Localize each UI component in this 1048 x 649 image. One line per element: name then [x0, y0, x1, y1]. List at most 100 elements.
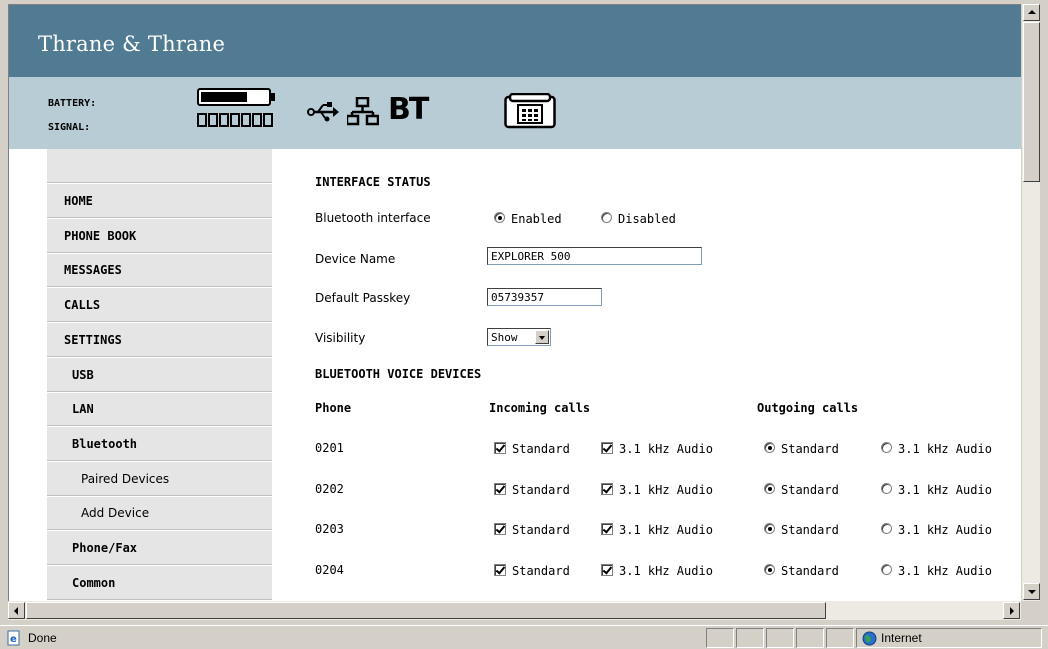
bluetooth-disabled-radio[interactable]	[601, 212, 612, 223]
sidebar-item-label: Phone/Fax	[72, 541, 138, 555]
sidebar-item-calls[interactable]: CALLS	[47, 288, 272, 323]
zone-text: Internet	[881, 631, 922, 645]
sidebar-item-label: USB	[72, 368, 94, 382]
incoming-audio-checkbox[interactable]	[601, 564, 613, 576]
status-cell	[796, 628, 824, 648]
incoming-audio-label: 3.1 kHz Audio	[619, 523, 713, 537]
sidebar-item-lan[interactable]: LAN	[47, 392, 272, 427]
signal-bar	[241, 113, 251, 127]
incoming-standard-label: Standard	[512, 442, 570, 456]
visibility-select-value: Show	[491, 331, 518, 344]
outgoing-standard-radio[interactable]	[764, 523, 775, 534]
incoming-audio-label: 3.1 kHz Audio	[619, 483, 713, 497]
sidebar-item-label: Add Device	[81, 506, 150, 520]
incoming-audio-checkbox[interactable]	[601, 442, 613, 454]
internet-globe-icon	[862, 631, 877, 646]
scroll-right-button[interactable]	[1003, 602, 1020, 619]
voice-devices-heading: BLUETOOTH VOICE DEVICES	[315, 367, 482, 381]
signal-icon	[197, 113, 273, 127]
incoming-audio-label: 3.1 kHz Audio	[619, 564, 713, 578]
outgoing-standard-label: Standard	[781, 442, 839, 456]
outgoing-standard-radio[interactable]	[764, 483, 775, 494]
sidebar-item-common[interactable]: Common	[47, 566, 272, 601]
incoming-standard-checkbox[interactable]	[494, 523, 506, 535]
sidebar-item-phone-book[interactable]: PHONE BOOK	[47, 219, 272, 254]
bluetooth-enabled-radio[interactable]	[494, 212, 505, 223]
sidebar-item-add-device[interactable]: Add Device	[47, 496, 272, 531]
incoming-standard-checkbox[interactable]	[494, 442, 506, 454]
signal-bar	[197, 113, 207, 127]
device-status-bar: BATTERY: SIGNAL: BT	[9, 77, 1021, 149]
outgoing-audio-radio[interactable]	[881, 564, 892, 575]
sidebar-item-bluetooth[interactable]: Bluetooth	[47, 427, 272, 462]
interface-status-heading: INTERFACE STATUS	[315, 175, 431, 189]
default-passkey-input[interactable]	[487, 288, 602, 306]
outgoing-standard-radio[interactable]	[764, 442, 775, 453]
incoming-standard-checkbox[interactable]	[494, 564, 506, 576]
incoming-standard-label: Standard	[512, 564, 570, 578]
signal-bar	[252, 113, 262, 127]
incoming-standard-checkbox[interactable]	[494, 483, 506, 495]
device-name-label: Device Name	[315, 252, 396, 266]
bluetooth-disabled-label: Disabled	[618, 212, 676, 226]
sidebar-item-settings[interactable]: SETTINGS	[47, 323, 272, 358]
incoming-standard-label: Standard	[512, 523, 570, 537]
sidebar-item-label: MESSAGES	[64, 263, 122, 277]
page-done-icon: e	[7, 630, 20, 646]
outgoing-audio-radio[interactable]	[881, 523, 892, 534]
battery-icon	[197, 88, 275, 106]
sidebar-item-paired-devices[interactable]: Paired Devices	[47, 462, 272, 497]
sidebar-item-usb[interactable]: USB	[47, 358, 272, 393]
browser-status-bar: e Done Internet	[0, 625, 1048, 649]
horizontal-scrollbar[interactable]	[8, 601, 1021, 620]
status-cell	[826, 628, 854, 648]
sidebar-item-messages[interactable]: MESSAGES	[47, 253, 272, 288]
device-name-input[interactable]	[487, 247, 702, 265]
outgoing-standard-label: Standard	[781, 564, 839, 578]
outgoing-audio-label: 3.1 kHz Audio	[898, 564, 992, 578]
horizontal-scroll-thumb[interactable]	[26, 602, 826, 619]
sidebar-item-label: CALLS	[64, 298, 101, 312]
signal-label: SIGNAL:	[48, 122, 91, 133]
outgoing-audio-radio[interactable]	[881, 483, 892, 494]
incoming-audio-checkbox[interactable]	[601, 523, 613, 535]
incoming-audio-checkbox[interactable]	[601, 483, 613, 495]
bluetooth-settings-panel: INTERFACE STATUS Bluetooth interface Ena…	[305, 149, 1005, 601]
signal-bar	[219, 113, 229, 127]
outgoing-audio-radio[interactable]	[881, 442, 892, 453]
sidebar-item-label: SETTINGS	[64, 333, 122, 347]
outgoing-standard-radio[interactable]	[764, 564, 775, 575]
sidebar-item-label: HOME	[64, 194, 93, 208]
phone-number: 0202	[315, 482, 344, 496]
vertical-scrollbar[interactable]	[1021, 4, 1040, 601]
sidebar-item-label: Paired Devices	[81, 472, 170, 486]
bluetooth-enabled-label: Enabled	[511, 212, 562, 226]
signal-bar	[230, 113, 240, 127]
scroll-left-button[interactable]	[8, 602, 25, 619]
visibility-label: Visibility	[315, 331, 366, 345]
chevron-down-icon[interactable]	[535, 330, 549, 344]
vertical-scroll-thumb[interactable]	[1023, 22, 1040, 182]
phone-icon	[504, 93, 556, 129]
lan-icon	[347, 97, 379, 126]
sidebar-item-home[interactable]: HOME	[47, 184, 272, 219]
sidebar-nav: HOME PHONE BOOK MESSAGES CALLS SETTINGS USB LA…	[47, 149, 272, 601]
brand-logo: Thrane & Thrane	[38, 32, 226, 56]
sidebar-item-phone-fax[interactable]: Phone/Fax	[47, 531, 272, 566]
status-cell	[736, 628, 764, 648]
status-cell	[766, 628, 794, 648]
usb-icon	[307, 102, 339, 122]
status-cell	[706, 628, 734, 648]
sidebar-item-label: LAN	[72, 402, 94, 416]
visibility-select[interactable]: Show	[487, 328, 551, 346]
page-viewport: Thrane & Thrane BATTERY: SIGNAL: BT HOME…	[8, 4, 1021, 601]
phone-number: 0201	[315, 441, 344, 455]
bluetooth-icon: BT	[388, 92, 429, 127]
scroll-up-button[interactable]	[1023, 4, 1040, 21]
outgoing-audio-label: 3.1 kHz Audio	[898, 483, 992, 497]
scroll-down-button[interactable]	[1023, 583, 1040, 600]
column-outgoing-header: Outgoing calls	[757, 401, 859, 415]
sidebar-item-label: PHONE BOOK	[64, 229, 137, 243]
phone-number: 0203	[315, 522, 344, 536]
default-passkey-label: Default Passkey	[315, 291, 411, 305]
